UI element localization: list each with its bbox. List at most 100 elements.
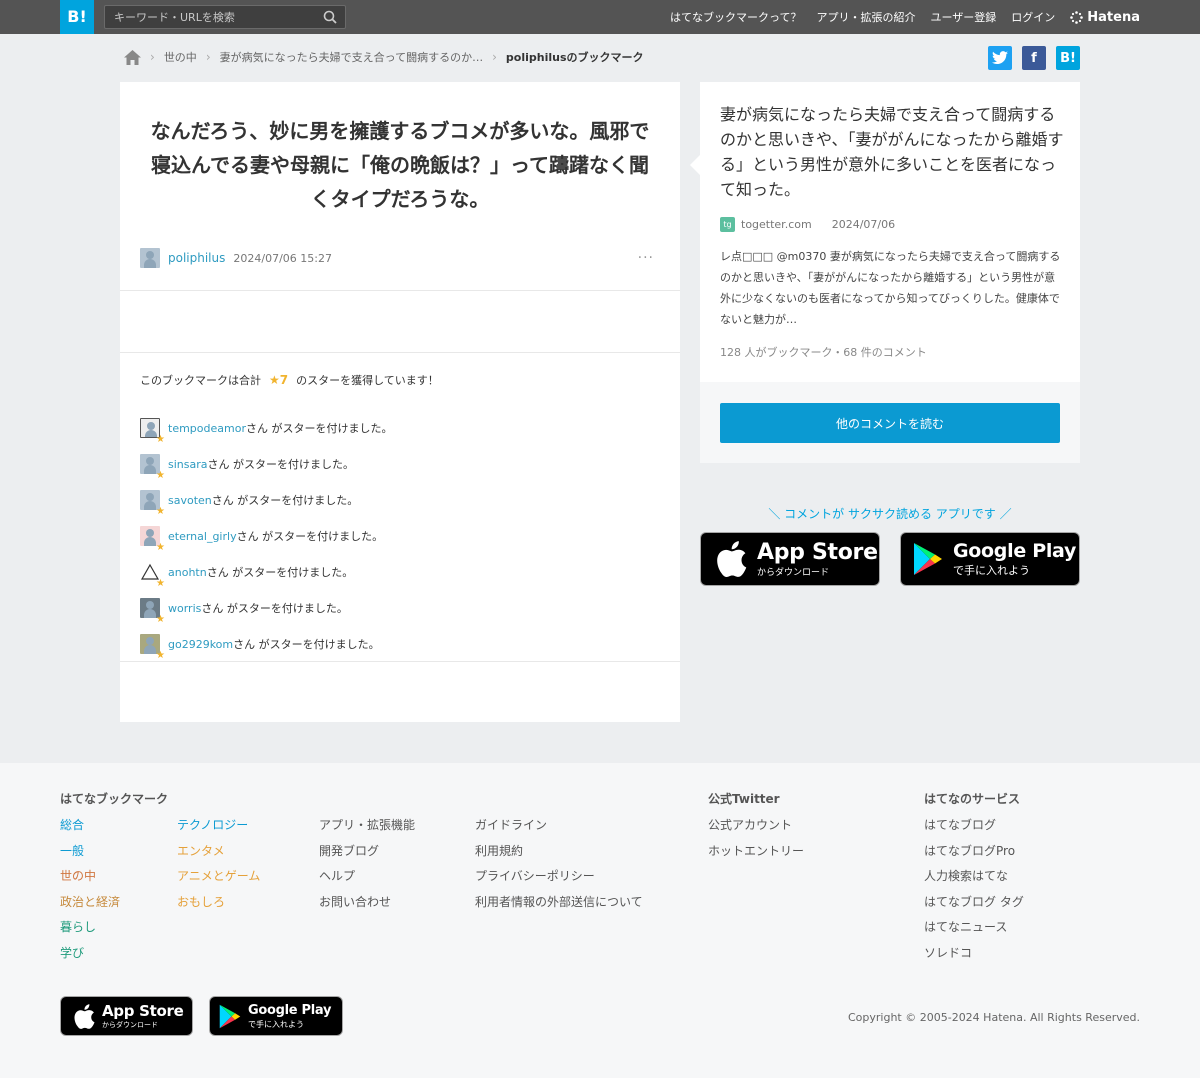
footer-link-all[interactable]: 総合 <box>60 816 120 842</box>
star-user-link[interactable]: tempodeamor <box>168 422 246 435</box>
star-icon: ★ <box>156 614 165 625</box>
footer-link-soredoko[interactable]: ソレドコ <box>924 944 1024 970</box>
hatena-dots-icon <box>1070 10 1084 24</box>
footer-link-it[interactable]: テクノロジー <box>177 816 260 842</box>
footer-link-contact[interactable]: お問い合わせ <box>319 893 415 919</box>
top-bar: B! はてなブックマークって？ アプリ・拡張の紹介 ユーザー登録 ログイン Ha… <box>0 0 1200 34</box>
star-icon: ★ <box>156 542 165 553</box>
footer-categories-b: テクノロジー エンタメ アニメとゲーム おもしろ <box>177 816 260 918</box>
star-text: さん がスターを付けました。 <box>211 494 359 507</box>
avatar[interactable]: ★ <box>140 490 165 517</box>
footer-link-blog-pro[interactable]: はてなブログPro <box>924 842 1024 868</box>
stars-summary: このブックマークは合計 ★7 のスターを獲得しています！ <box>140 372 439 388</box>
footer-google-play-label: Google Play <box>248 1002 332 1018</box>
entry-description: レ点□□□ @m0370 妻が病気になったら夫婦で支え合って闘病するのかと思いき… <box>720 250 1061 326</box>
home-icon[interactable] <box>124 49 141 65</box>
breadcrumb-entry[interactable]: 妻が病気になったら夫婦で支え合って闘病するのか… <box>220 49 483 65</box>
avatar[interactable]: ★ <box>140 454 165 481</box>
chevron-right-icon: › <box>205 50 211 64</box>
avatar[interactable] <box>140 248 160 268</box>
footer-link-general[interactable]: 一般 <box>60 842 120 868</box>
footer-app-store-label: App Store <box>102 1001 184 1020</box>
togetter-favicon-icon: tg <box>720 217 735 232</box>
breadcrumb: › 世の中 › 妻が病気になったら夫婦で支え合って闘病するのか… › polip… <box>124 48 644 66</box>
stars-summary-before: このブックマークは合計 <box>140 374 261 387</box>
footer-link-knowledge[interactable]: 学び <box>60 944 120 970</box>
divider <box>120 290 680 291</box>
footer-app-store-sub: からダウンロード <box>102 1020 158 1029</box>
footer-link-devblog[interactable]: 開発ブログ <box>319 842 415 868</box>
facebook-share-button[interactable]: f <box>1022 46 1046 70</box>
footer-link-life[interactable]: 暮らし <box>60 918 120 944</box>
search-icon[interactable] <box>323 10 337 24</box>
nav-register[interactable]: ユーザー登録 <box>931 9 997 25</box>
star-user-link[interactable]: savoten <box>168 494 212 507</box>
footer-link-apps[interactable]: アプリ・拡張機能 <box>319 816 415 842</box>
footer-google-play-button[interactable]: Google Play で手に入れよう <box>209 996 343 1036</box>
star-user-link[interactable]: worris <box>168 602 201 615</box>
footer-links-a: アプリ・拡張機能 開発ブログ ヘルプ お問い合わせ <box>319 816 415 918</box>
app-store-label: App Store <box>757 539 878 565</box>
footer-services: はてなブログ はてなブログPro 人力検索はてな はてなブログ タグ はてなニュ… <box>924 816 1024 970</box>
footer-link-guideline[interactable]: ガイドライン <box>475 816 643 842</box>
footer-link-blog-tag[interactable]: はてなブログ タグ <box>924 893 1024 919</box>
hatena-bookmark-share-button[interactable]: B! <box>1056 46 1080 70</box>
hatena-brand-label: Hatena <box>1087 9 1140 25</box>
avatar[interactable]: ★ <box>140 634 165 661</box>
footer-link-privacy[interactable]: プライバシーポリシー <box>475 867 643 893</box>
footer-categories-a: 総合 一般 世の中 政治と経済 暮らし 学び <box>60 816 120 970</box>
footer-app-store-button[interactable]: App Store からダウンロード <box>60 996 193 1036</box>
footer-google-play-sub: で手に入れよう <box>248 1019 304 1029</box>
avatar[interactable]: ★ <box>140 562 165 589</box>
footer-link-terms[interactable]: 利用規約 <box>475 842 643 868</box>
entry-domain-link[interactable]: togetter.com <box>741 218 812 231</box>
entry-title-link[interactable]: 妻が病気になったら夫婦で支え合って闘病するのかと思いきや、「妻ががんになったから… <box>720 102 1065 202</box>
list-item: ★ tempodeamor さん がスターを付けました。 <box>140 410 660 446</box>
google-play-sub: で手に入れよう <box>953 564 1030 577</box>
search-input[interactable] <box>105 6 315 28</box>
star-text: さん がスターを付けました。 <box>236 530 384 543</box>
footer-link-q[interactable]: 人力検索はてな <box>924 867 1024 893</box>
divider <box>120 661 680 662</box>
star-text: さん がスターを付けました。 <box>233 638 380 651</box>
app-tagline: ＼ コメントが サクサク読める アプリです ／ <box>768 507 1012 521</box>
footer-link-external[interactable]: 利用者情報の外部送信について <box>475 893 643 919</box>
footer-link-entertainment[interactable]: エンタメ <box>177 842 260 868</box>
hatena-brand-link[interactable]: Hatena <box>1070 10 1140 25</box>
footer-link-official-account[interactable]: 公式アカウント <box>708 816 804 842</box>
copyright: Copyright © 2005-2024 Hatena. All Rights… <box>847 1011 1140 1024</box>
star-user-link[interactable]: anohtn <box>168 566 207 579</box>
footer-link-hotentry[interactable]: ホットエントリー <box>708 842 804 868</box>
hatena-bookmark-logo[interactable]: B! <box>60 0 94 34</box>
star-user-link[interactable]: eternal_girly <box>168 530 237 543</box>
footer-link-social[interactable]: 世の中 <box>60 867 120 893</box>
avatar[interactable]: ★ <box>140 526 165 553</box>
chevron-right-icon: › <box>492 50 497 64</box>
footer-link-blog[interactable]: はてなブログ <box>924 816 1024 842</box>
footer-title-services: はてなのサービス <box>924 792 1021 806</box>
nav-about[interactable]: はてなブックマークって？ <box>670 9 801 25</box>
star-user-link[interactable]: sinsara <box>168 458 208 471</box>
bookmark-user-link[interactable]: poliphilus <box>168 251 225 265</box>
footer-link-game[interactable]: アニメとゲーム <box>177 867 260 893</box>
google-play-button[interactable]: Google Play で手に入れよう <box>900 532 1080 586</box>
star-user-link[interactable]: go2929kom <box>168 638 233 651</box>
more-options-icon[interactable]: ··· <box>638 250 654 266</box>
entry-stats-link[interactable]: 128 人がブックマーク・68 件のコメント <box>720 344 927 360</box>
read-more-button[interactable]: 他のコメントを読む <box>720 403 1060 443</box>
avatar[interactable]: ★ <box>140 418 165 445</box>
nav-apps[interactable]: アプリ・拡張の紹介 <box>817 9 916 25</box>
footer-link-economics[interactable]: 政治と経済 <box>60 893 120 919</box>
avatar[interactable]: ★ <box>140 598 165 625</box>
footer-link-news[interactable]: はてなニュース <box>924 918 1024 944</box>
footer-link-fun[interactable]: おもしろ <box>177 893 260 919</box>
apple-icon <box>717 541 747 577</box>
stars-count: ★7 <box>269 373 289 387</box>
twitter-share-button[interactable] <box>988 46 1012 70</box>
search-box <box>104 5 346 29</box>
nav-login[interactable]: ログイン <box>1011 9 1055 25</box>
app-store-button[interactable]: App Store からダウンロード <box>700 532 880 586</box>
entry-date: 2024/07/06 <box>831 218 896 231</box>
breadcrumb-category[interactable]: 世の中 <box>164 49 197 65</box>
footer-link-help[interactable]: ヘルプ <box>319 867 415 893</box>
